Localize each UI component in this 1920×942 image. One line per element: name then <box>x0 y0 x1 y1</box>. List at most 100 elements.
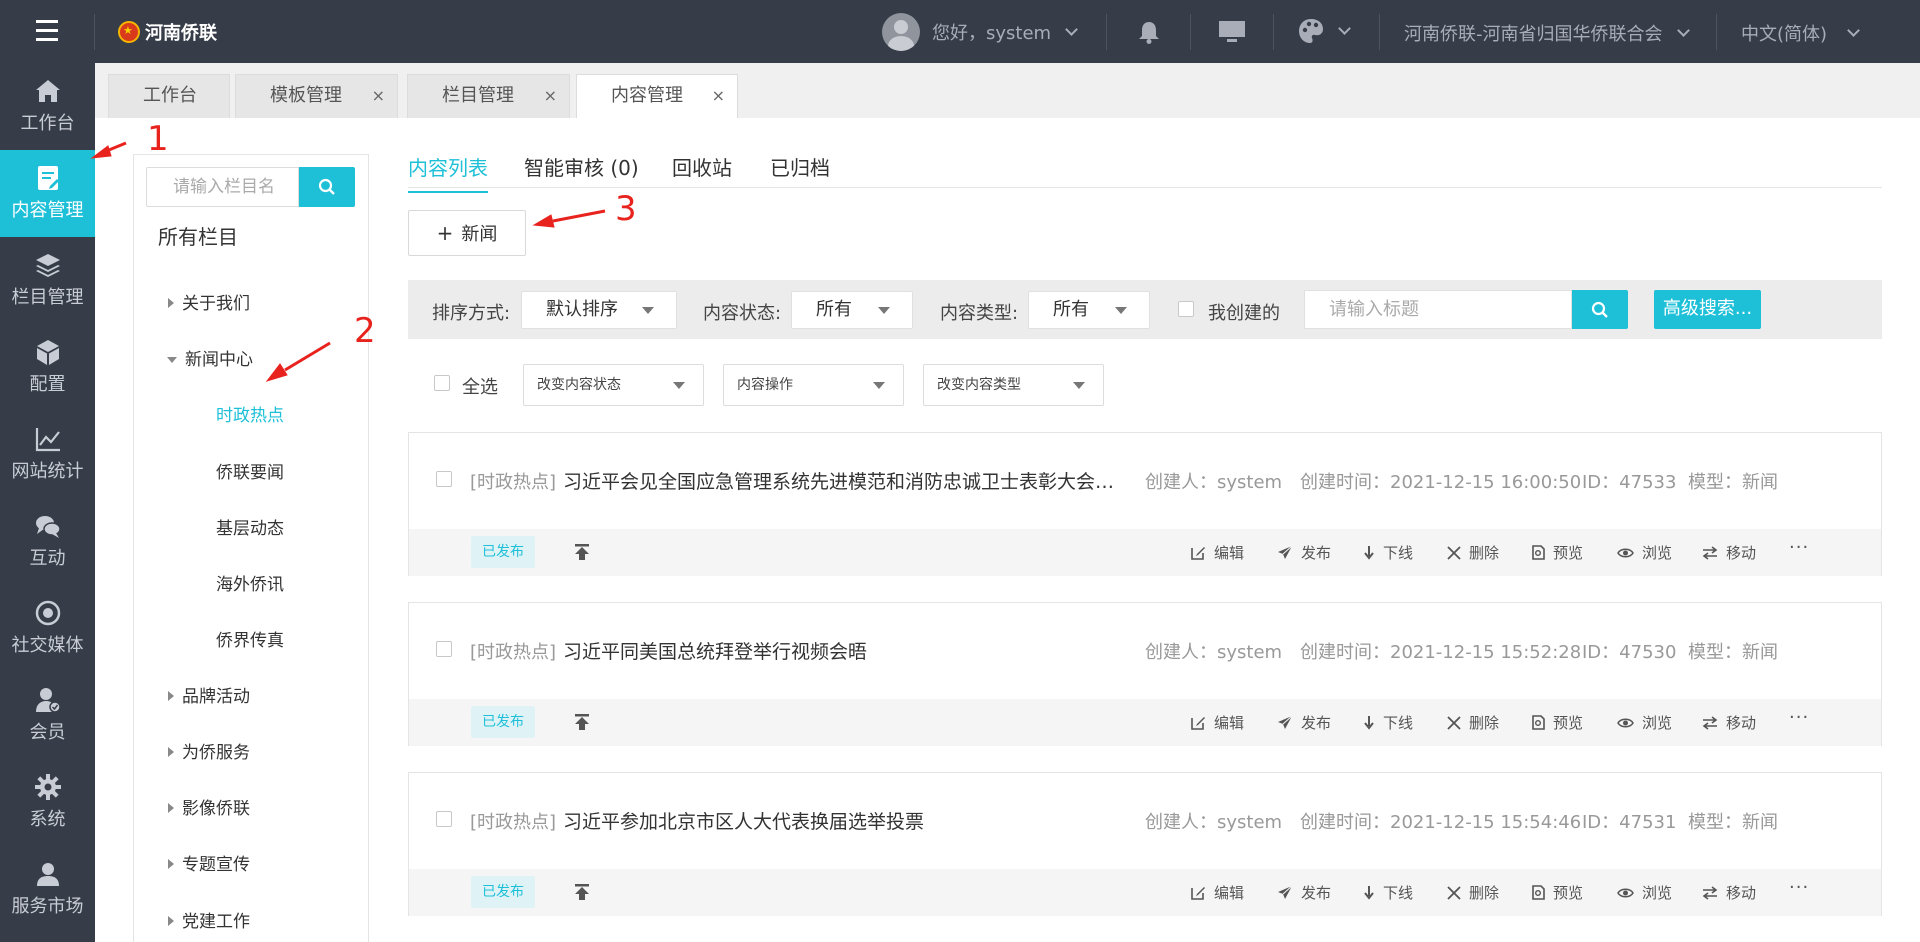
tree-node-overseas-news[interactable]: 海外侨讯 <box>216 570 284 595</box>
sidebar-item-interaction[interactable]: 互动 <box>0 498 95 585</box>
move-action[interactable]: 移动 <box>1702 712 1756 733</box>
subtab-recycle-bin[interactable]: 回收站 <box>672 152 732 191</box>
select-all-checkbox[interactable] <box>434 375 450 391</box>
change-status-select[interactable]: 改变内容状态 <box>523 364 704 406</box>
move-action[interactable]: 移动 <box>1702 542 1756 563</box>
edit-action[interactable]: 编辑 <box>1191 542 1244 563</box>
close-icon[interactable]: × <box>372 75 385 117</box>
tree-node-grassroots[interactable]: 基层动态 <box>216 514 284 539</box>
sidebar-item-statistics[interactable]: 网站统计 <box>0 411 95 498</box>
sidebar-item-social[interactable]: 社交媒体 <box>0 585 95 672</box>
more-options-icon[interactable]: ··· <box>1789 877 1809 898</box>
sidebar-item-label: 社交媒体 <box>11 635 84 656</box>
monitor-icon[interactable] <box>1218 20 1246 44</box>
org-switcher[interactable]: 河南侨联-河南省归国华侨联合会 <box>1404 20 1690 46</box>
sort-select[interactable]: 默认排序 <box>521 291 677 329</box>
browse-action[interactable]: 浏览 <box>1617 882 1672 903</box>
subtab-content-list[interactable]: 内容列表 <box>408 152 488 193</box>
language-switcher[interactable]: 中文(简体) <box>1741 20 1860 46</box>
item-created-time: 创建时间：2021-12-15 15:54:46 <box>1300 812 1582 833</box>
more-options-icon[interactable]: ··· <box>1789 537 1809 558</box>
tree-node-federation-news[interactable]: 侨联要闻 <box>216 458 284 483</box>
subtab-smart-review[interactable]: 智能审核 (0) <box>524 152 639 191</box>
move-action[interactable]: 移动 <box>1702 882 1756 903</box>
tree-node-party-building[interactable]: 党建工作 <box>168 907 250 932</box>
title-search-button[interactable] <box>1572 290 1628 329</box>
browse-action[interactable]: 浏览 <box>1617 712 1672 733</box>
type-select[interactable]: 所有 <box>1028 291 1150 329</box>
column-search-input[interactable] <box>146 167 299 207</box>
my-created-checkbox[interactable] <box>1178 301 1194 317</box>
preview-action[interactable]: 预览 <box>1532 542 1583 563</box>
tree-node-special-topics[interactable]: 专题宣传 <box>168 850 250 875</box>
new-news-button[interactable]: + 新闻 <box>408 210 526 256</box>
item-checkbox[interactable] <box>436 811 452 827</box>
delete-action[interactable]: 删除 <box>1447 712 1499 733</box>
item-title[interactable]: 习近平参加北京市区人大代表换届选举投票 <box>563 807 1123 834</box>
offline-action[interactable]: 下线 <box>1363 882 1413 903</box>
more-options-icon[interactable]: ··· <box>1789 707 1809 728</box>
sidebar-item-member[interactable]: 会员 <box>0 672 95 759</box>
caret-down-icon <box>167 357 177 363</box>
tree-node-fax[interactable]: 侨界传真 <box>216 626 284 651</box>
sidebar-item-system[interactable]: 系统 <box>0 759 95 846</box>
column-search-button[interactable] <box>299 167 355 207</box>
sidebar-item-workbench[interactable]: 工作台 <box>0 63 95 150</box>
edit-action[interactable]: 编辑 <box>1191 882 1244 903</box>
item-title[interactable]: 习近平会见全国应急管理系统先进模范和消防忠诚卫士表彰大会代表 <box>563 467 1123 494</box>
preview-action[interactable]: 预览 <box>1532 712 1583 733</box>
item-checkbox[interactable] <box>436 471 452 487</box>
content-operation-select[interactable]: 内容操作 <box>723 364 904 406</box>
publish-action[interactable]: 发布 <box>1277 712 1331 733</box>
palette-icon <box>1299 19 1323 43</box>
advanced-search-button[interactable]: 高级搜索... <box>1654 290 1761 329</box>
plus-icon: + <box>436 221 454 245</box>
delete-action[interactable]: 删除 <box>1447 542 1499 563</box>
close-icon <box>1447 885 1461 900</box>
close-icon[interactable]: × <box>712 75 725 117</box>
greeting: 您好，system <box>932 23 1052 44</box>
subtab-archived[interactable]: 已归档 <box>770 152 830 191</box>
browse-action[interactable]: 浏览 <box>1617 542 1672 563</box>
tree-root-all-columns[interactable]: 所有栏目 <box>158 221 238 250</box>
user-menu[interactable]: 您好，system <box>882 13 1078 51</box>
annotation-arrow <box>532 214 555 228</box>
tree-node-brand-activities[interactable]: 品牌活动 <box>168 682 250 707</box>
tree-node-news-center[interactable]: 新闻中心 <box>167 345 253 370</box>
item-title[interactable]: 习近平同美国总统拜登举行视频会晤 <box>563 637 1123 664</box>
change-type-select[interactable]: 改变内容类型 <box>923 364 1104 406</box>
offline-action[interactable]: 下线 <box>1363 712 1413 733</box>
tab-content-management[interactable]: 内容管理 × <box>576 74 738 118</box>
menu-toggle-icon[interactable] <box>30 20 64 44</box>
pin-to-top-icon[interactable] <box>574 883 590 901</box>
title-search-input[interactable] <box>1304 290 1572 329</box>
item-checkbox[interactable] <box>436 641 452 657</box>
publish-action[interactable]: 发布 <box>1277 542 1331 563</box>
sidebar-item-content[interactable]: 内容管理 <box>0 150 95 237</box>
tree-node-services[interactable]: 为侨服务 <box>168 738 250 763</box>
bell-icon[interactable] <box>1138 20 1160 44</box>
tree-node-images[interactable]: 影像侨联 <box>168 794 250 819</box>
tab-column-management[interactable]: 栏目管理 × <box>407 74 570 118</box>
delete-action[interactable]: 删除 <box>1447 882 1499 903</box>
sidebar-item-label: 系统 <box>29 809 66 830</box>
sidebar-item-config[interactable]: 配置 <box>0 324 95 411</box>
sidebar-item-service-market[interactable]: 服务市场 <box>0 846 95 933</box>
edit-action[interactable]: 编辑 <box>1191 712 1244 733</box>
status-select[interactable]: 所有 <box>791 291 913 329</box>
pin-to-top-icon[interactable] <box>574 713 590 731</box>
site-logo[interactable]: 河南侨联 <box>118 18 217 46</box>
item-created-time: 创建时间：2021-12-15 16:00:50 <box>1300 472 1582 493</box>
pin-to-top-icon[interactable] <box>574 543 590 561</box>
offline-action[interactable]: 下线 <box>1363 542 1413 563</box>
publish-action[interactable]: 发布 <box>1277 882 1331 903</box>
sidebar-item-columns[interactable]: 栏目管理 <box>0 237 95 324</box>
theme-menu[interactable] <box>1298 18 1351 44</box>
close-icon[interactable]: × <box>544 75 557 117</box>
tab-workbench[interactable]: 工作台 <box>108 74 230 118</box>
tree-node-current-affairs[interactable]: 时政热点 <box>216 401 284 426</box>
tree-node-about[interactable]: 关于我们 <box>168 289 250 314</box>
tab-label: 栏目管理 <box>442 85 514 106</box>
tab-template-management[interactable]: 模板管理 × <box>235 74 398 118</box>
preview-action[interactable]: 预览 <box>1532 882 1583 903</box>
